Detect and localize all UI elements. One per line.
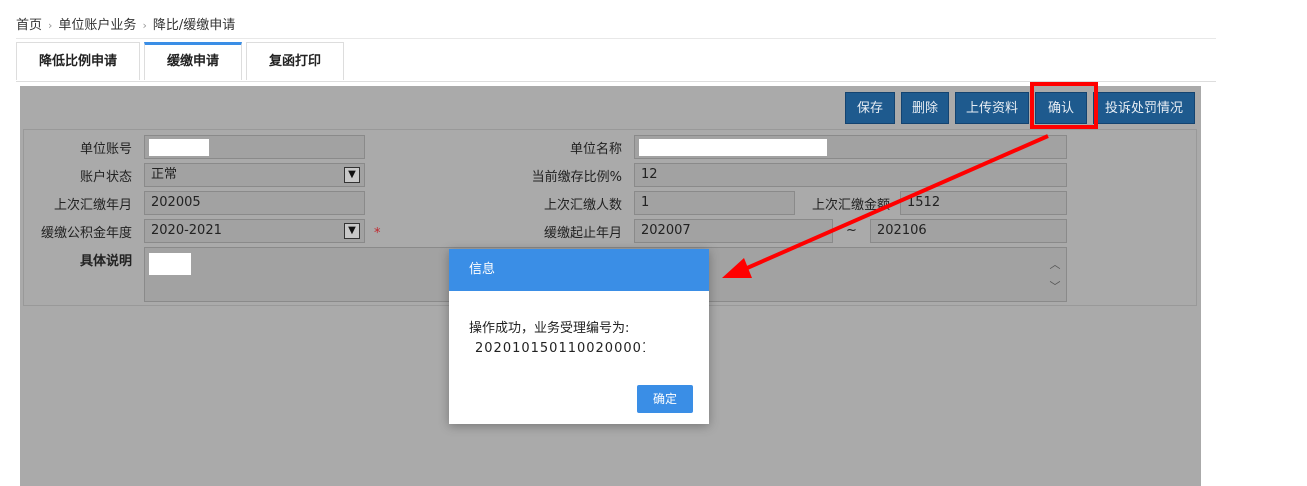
last-count-label: 上次汇缴人数 — [543, 198, 622, 213]
unit-name-field[interactable] — [634, 135, 1067, 159]
account-no-field[interactable] — [144, 135, 365, 159]
tab-reply-print[interactable]: 复函打印 — [246, 42, 344, 80]
breadcrumb-current: 降比/缓缴申请 — [152, 18, 236, 33]
textarea-scrollbar[interactable]: ︿ ﹀ — [1048, 254, 1062, 298]
account-status-value: 正常 — [151, 167, 178, 182]
last-amount-label: 上次汇缴金额 — [811, 198, 890, 213]
toolbar: 保存 删除 上传资料 确认 投诉处罚情况 — [845, 92, 1195, 124]
redacted-mask — [639, 139, 827, 156]
scroll-down-icon[interactable]: ﹀ — [1048, 276, 1062, 298]
breadcrumb: 首页 › 单位账户业务 › 降比/缓缴申请 — [16, 14, 235, 33]
breadcrumb-home[interactable]: 首页 — [16, 18, 42, 33]
complaint-button[interactable]: 投诉处罚情况 — [1093, 92, 1195, 124]
breadcrumb-separator: › — [142, 19, 147, 32]
account-no-label: 单位账号 — [79, 142, 132, 157]
dialog-code: 2020101501100200001 — [475, 341, 645, 353]
tab-reduce-rate[interactable]: 降低比例申请 — [16, 42, 140, 80]
breadcrumb-divider — [16, 38, 1216, 39]
redacted-mask — [149, 139, 209, 156]
upload-button[interactable]: 上传资料 — [955, 92, 1029, 124]
save-button[interactable]: 保存 — [845, 92, 895, 124]
scroll-up-icon[interactable]: ︿ — [1048, 254, 1062, 276]
last-month-field[interactable]: 202005 — [144, 191, 365, 215]
last-month-label: 上次汇缴年月 — [53, 198, 132, 213]
confirm-highlight-box — [1030, 82, 1098, 129]
defer-year-label: 缓缴公积金年度 — [40, 226, 132, 241]
chevron-down-icon[interactable]: ▼ — [344, 223, 360, 239]
redacted-mask — [149, 253, 191, 275]
dialog-title: 信息 — [449, 249, 709, 291]
chevron-down-icon[interactable]: ▼ — [344, 167, 360, 183]
period-separator: ~ — [846, 223, 857, 238]
defer-year-select[interactable]: 2020-2021 ▼ — [144, 219, 365, 243]
account-status-select[interactable]: 正常 ▼ — [144, 163, 365, 187]
breadcrumb-separator: › — [48, 19, 53, 32]
description-label: 具体说明 — [79, 254, 132, 269]
defer-end-field[interactable]: 202106 — [870, 219, 1067, 243]
required-marker: * — [374, 226, 381, 241]
last-count-field[interactable]: 1 — [634, 191, 795, 215]
breadcrumb-section[interactable]: 单位账户业务 — [58, 18, 136, 33]
defer-year-value: 2020-2021 — [151, 223, 222, 238]
unit-name-label: 单位名称 — [569, 142, 622, 157]
info-dialog: 信息 操作成功，业务受理编号为: 2020101501100200001 确定 — [449, 249, 709, 424]
defer-period-label: 缓缴起止年月 — [543, 226, 622, 241]
account-status-label: 账户状态 — [79, 170, 132, 185]
ok-button[interactable]: 确定 — [637, 385, 693, 413]
last-amount-field[interactable]: 1512 — [900, 191, 1067, 215]
tab-defer-apply[interactable]: 缓缴申请 — [144, 42, 242, 80]
delete-button[interactable]: 删除 — [901, 92, 949, 124]
current-rate-field[interactable]: 12 — [634, 163, 1067, 187]
dialog-message: 操作成功，业务受理编号为: — [469, 321, 630, 336]
defer-start-field[interactable]: 202007 — [634, 219, 833, 243]
current-rate-label: 当前缴存比例% — [531, 170, 622, 185]
